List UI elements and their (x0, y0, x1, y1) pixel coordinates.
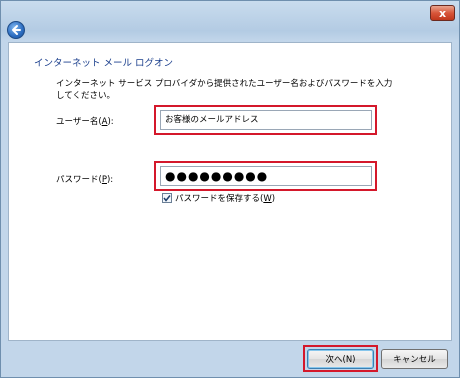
close-icon: x (438, 6, 447, 20)
content-panel: インターネット メール ログオン インターネット サービス プロバイダから提供さ… (8, 42, 452, 341)
remember-password-label: パスワードを保存する(W) (175, 194, 276, 204)
username-label: ユーザー名(A): (56, 117, 114, 127)
next-button[interactable]: 次へ(N) (307, 349, 374, 369)
remember-password-checkbox[interactable] (162, 193, 172, 203)
login-dialog-window: x インターネット メール ログオン インターネット サービス プロバイダから提… (0, 0, 460, 378)
remember-password-option[interactable]: パスワードを保存する(W) (162, 192, 275, 204)
back-arrow-icon (12, 25, 21, 35)
password-input[interactable]: ●●●●●●●●● (160, 166, 372, 186)
password-label: パスワード(P): (56, 175, 114, 185)
instructions-text: インターネット サービス プロバイダから提供されたユーザー名およびパスワードを入… (56, 79, 393, 101)
page-title: インターネット メール ログオン (34, 58, 174, 69)
checkmark-icon (163, 195, 171, 202)
close-button[interactable]: x (430, 5, 455, 21)
username-input[interactable]: お客様のメールアドレス (160, 110, 372, 130)
title-bar: x (1, 1, 459, 41)
back-button[interactable] (7, 21, 25, 39)
cancel-button[interactable]: キャンセル (381, 349, 448, 369)
